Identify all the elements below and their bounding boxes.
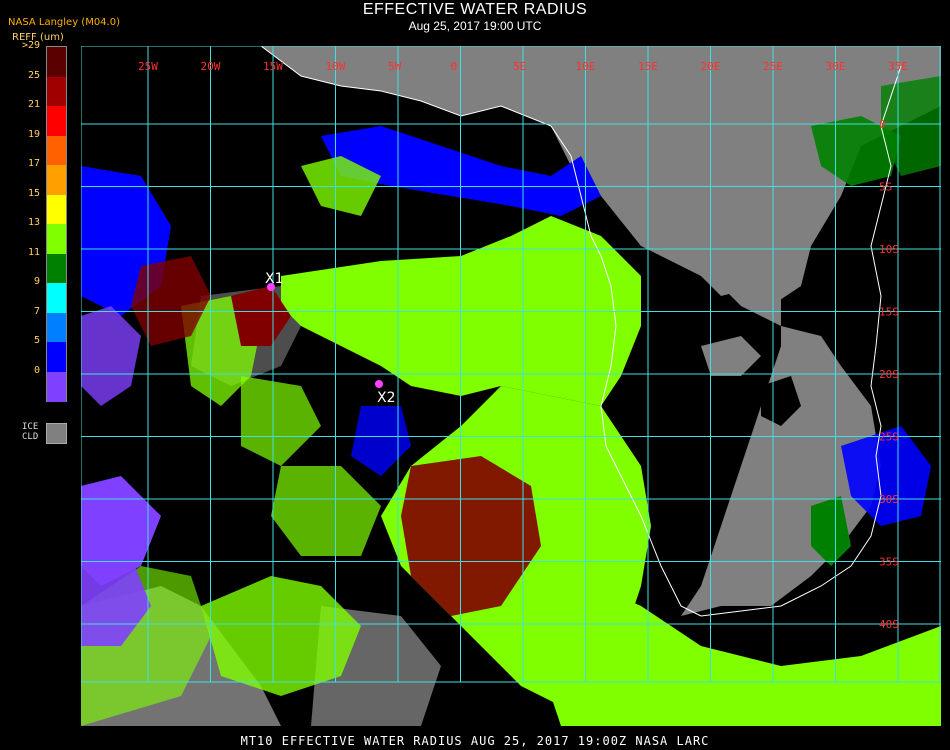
- lat-label: 10S: [879, 243, 899, 256]
- legend-tick-label: 15: [27, 187, 40, 199]
- lon-label: 35E: [888, 60, 908, 73]
- legend-tick-label: 13: [27, 217, 40, 228]
- lat-label: 20S: [879, 368, 899, 381]
- lon-label: 25E: [763, 60, 783, 73]
- header: EFFECTIVE WATER RADIUS Aug 25, 2017 19:0…: [0, 0, 950, 33]
- legend-swatch: [47, 194, 66, 225]
- lat-label: 25S: [879, 431, 899, 444]
- lon-label: 10W: [326, 60, 346, 73]
- legend-swatch: [47, 76, 66, 107]
- legend-tick-label: 17: [27, 158, 40, 169]
- legend-tick-label: 25: [27, 69, 40, 81]
- legend-swatch: [47, 371, 66, 402]
- legend-tick-label: 11: [27, 246, 40, 258]
- legend-tick-label: 0: [33, 364, 40, 376]
- lat-label: 5S: [879, 181, 892, 194]
- legend-swatch: [47, 312, 66, 343]
- legend-tick-label: >29: [21, 40, 40, 51]
- satellite-map[interactable]: 25W 20W 15W 10W 5W 0 5E 10E 15E 20E 25E 30E 35E 0 5S 10…: [81, 46, 941, 726]
- page-title: EFFECTIVE WATER RADIUS: [362, 1, 588, 18]
- lat-label: 0: [879, 118, 886, 131]
- legend-swatch: [47, 253, 66, 284]
- site-marker-label: X2: [377, 390, 396, 406]
- ice-label: ICE: [22, 422, 39, 432]
- lat-label: 40S: [879, 618, 899, 631]
- lon-label: 15E: [638, 60, 658, 73]
- site-marker-label: X1: [265, 271, 284, 287]
- map-canvas: 25W 20W 15W 10W 5W 0 5E 10E 15E 20E 25E 30E 35E 0 5S 10…: [81, 46, 941, 726]
- lon-label: 5E: [513, 60, 526, 73]
- legend-swatch: [47, 135, 66, 166]
- lon-label: 20E: [701, 60, 721, 73]
- legend-swatch: [47, 47, 66, 77]
- lat-label: 30S: [879, 493, 899, 506]
- lon-label: 5W: [388, 60, 402, 73]
- lon-label: 30E: [826, 60, 846, 73]
- legend-swatch: [47, 224, 66, 254]
- lon-label: 10E: [576, 60, 596, 73]
- lon-label: 0: [451, 60, 458, 73]
- legend-tick-label: 21: [27, 99, 40, 110]
- legend-swatch: [47, 342, 66, 372]
- ice-cloud-swatch: [46, 423, 67, 444]
- legend-tick-label: 9: [33, 276, 40, 287]
- legend-tick-label: 5: [33, 335, 40, 346]
- legend-swatch: [47, 106, 66, 136]
- legend-swatch: [47, 283, 66, 313]
- site-marker-dot[interactable]: [375, 380, 383, 388]
- legend-tick-label: 19: [27, 128, 40, 140]
- ice-cloud-label: ICE CLD: [22, 422, 38, 442]
- provider-label: NASA Langley (M04.0): [8, 17, 120, 28]
- color-legend: [46, 46, 67, 402]
- lon-label: 25W: [138, 60, 158, 73]
- legend-tick-label: 7: [33, 305, 40, 317]
- lat-label: 15S: [879, 306, 899, 319]
- lat-label: 35S: [879, 556, 899, 569]
- datetime-label: Aug 25, 2017 19:00 UTC: [408, 19, 542, 33]
- footer-caption: MT10 EFFECTIVE WATER RADIUS AUG 25, 2017…: [240, 734, 710, 748]
- cld-label: CLD: [22, 432, 39, 442]
- legend-swatch: [47, 165, 66, 195]
- lon-label: 20W: [201, 60, 221, 73]
- lon-label: 15W: [263, 60, 283, 73]
